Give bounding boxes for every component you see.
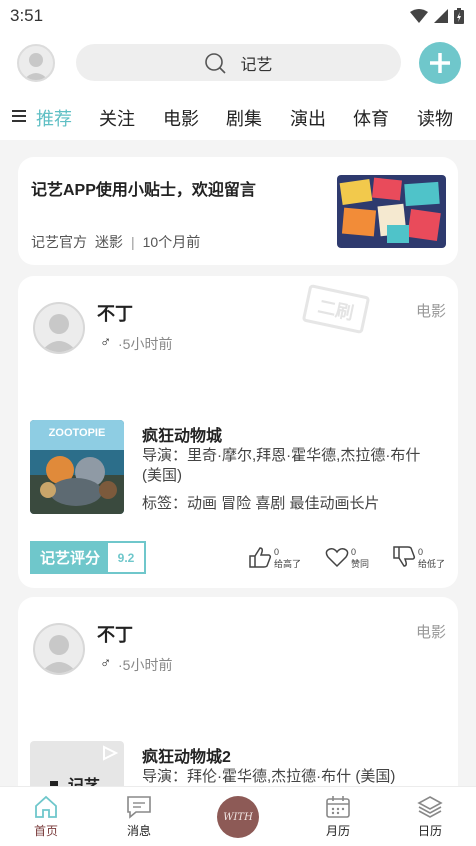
post-category: 电影	[415, 303, 446, 320]
movie-tags: 标签：动画 冒险 喜剧 最佳动画长片	[142, 495, 380, 512]
post-time: ·5小时前	[118, 657, 173, 673]
wifi-icon	[410, 9, 428, 23]
agree-count: 0	[351, 547, 357, 557]
tab-follow[interactable]: 关注	[99, 105, 135, 131]
nav-messages-label: 消息	[126, 824, 151, 838]
rate-low-button[interactable]: 0 给低了	[392, 546, 445, 570]
nav-messages[interactable]: 消息	[109, 795, 169, 839]
tip-meta: 记艺官方 迷影 | 10个月前	[31, 232, 200, 252]
tip-title: 记艺APP使用小贴士，欢迎留言	[31, 182, 256, 199]
layers-icon	[417, 796, 443, 818]
nav-home[interactable]: 首页	[16, 795, 76, 839]
tab-shows[interactable]: 演出	[290, 105, 326, 131]
agree-button[interactable]: 0 赞同	[325, 546, 369, 570]
post-time: ·5小时前	[118, 336, 173, 352]
rate-high-count: 0	[274, 547, 280, 557]
tab-movies[interactable]: 电影	[163, 105, 199, 131]
message-icon	[127, 796, 151, 819]
rate-high-button[interactable]: 0 给高了	[248, 546, 301, 570]
rate-low-count: 0	[418, 547, 424, 557]
user-avatar[interactable]	[17, 44, 55, 82]
agree-label: 赞同	[351, 559, 370, 569]
status-icons	[410, 8, 464, 24]
tip-card[interactable]: 记艺APP使用小贴士，欢迎留言 记艺官方 迷影 | 10个月前	[18, 157, 458, 265]
calendar-icon	[326, 796, 350, 818]
movie-title[interactable]: 疯狂动物城	[142, 422, 222, 446]
add-button[interactable]	[419, 42, 461, 84]
nav-daily-calendar[interactable]: 日历	[400, 795, 460, 839]
plus-icon	[430, 53, 450, 73]
nav-daily-label: 日历	[417, 824, 442, 838]
tip-author: 记艺官方	[31, 234, 87, 250]
score-value: 9.2	[108, 543, 145, 572]
post-avatar[interactable]	[33, 623, 85, 675]
tab-sports[interactable]: 体育	[353, 105, 389, 131]
search-bar[interactable]: 记艺	[76, 44, 401, 81]
home-icon	[35, 795, 57, 818]
movie-director: 导演：拜伦·霍华德,杰拉德·布什 (美国)	[142, 768, 396, 785]
with-logo: WITH	[223, 811, 253, 823]
tab-recommend[interactable]: 推荐	[36, 105, 72, 131]
score-label: 记艺评分	[32, 543, 109, 572]
tip-time: 10个月前	[142, 234, 201, 250]
post-username[interactable]: 不丁	[97, 300, 133, 326]
male-icon: ♂	[100, 334, 112, 351]
menu-icon[interactable]	[12, 110, 26, 122]
movie-poster[interactable]: ZOOTOPIE	[30, 420, 124, 514]
tip-tag: 迷影	[95, 234, 123, 250]
thumbs-up-icon	[249, 547, 272, 568]
heart-icon	[325, 548, 349, 568]
status-time: 3:51	[10, 6, 44, 25]
tip-separator: |	[131, 234, 135, 250]
rate-high-label: 给高了	[274, 559, 302, 569]
rewatch-stamp: 二刷	[301, 283, 371, 335]
nav-monthly-label: 月历	[325, 824, 350, 838]
tab-books[interactable]: 读物	[417, 105, 453, 131]
top-header: 记艺	[0, 32, 476, 94]
movie-director: 导演：里奇·摩尔,拜恩·霍华德,杰拉德·布什 (美国)	[142, 447, 421, 484]
category-tabs: 推荐 关注 电影 剧集 演出 体育 读物	[0, 94, 476, 140]
post-avatar[interactable]	[33, 302, 85, 354]
tip-thumbnail	[337, 175, 446, 248]
rate-low-label: 给低了	[418, 559, 446, 569]
thumbs-down-icon	[393, 546, 416, 567]
battery-icon	[454, 8, 464, 24]
movie-title[interactable]: 疯狂动物城2	[142, 743, 231, 767]
with-logo-button[interactable]: WITH	[217, 796, 259, 838]
score-badge: 记艺评分 9.2	[30, 541, 147, 574]
bottom-nav: 首页 消息 WITH 月历 日历	[0, 786, 476, 846]
post-category: 电影	[415, 624, 446, 641]
signal-icon	[434, 9, 448, 23]
male-icon: ♂	[100, 655, 112, 672]
poster-title: ZOOTOPIE	[49, 427, 106, 439]
post-username[interactable]: 不丁	[97, 621, 133, 647]
tab-series[interactable]: 剧集	[226, 105, 262, 131]
post-card[interactable]: 不丁 ♂ ·5小时前 二刷 电影 ZOOTOPIE 疯狂动物城 导演：里奇·摩尔…	[18, 276, 458, 588]
nav-home-label: 首页	[33, 824, 58, 838]
search-icon	[205, 52, 227, 74]
nav-monthly-calendar[interactable]: 月历	[308, 795, 368, 839]
search-text: 记艺	[240, 56, 273, 74]
status-bar: 3:51	[0, 0, 476, 32]
